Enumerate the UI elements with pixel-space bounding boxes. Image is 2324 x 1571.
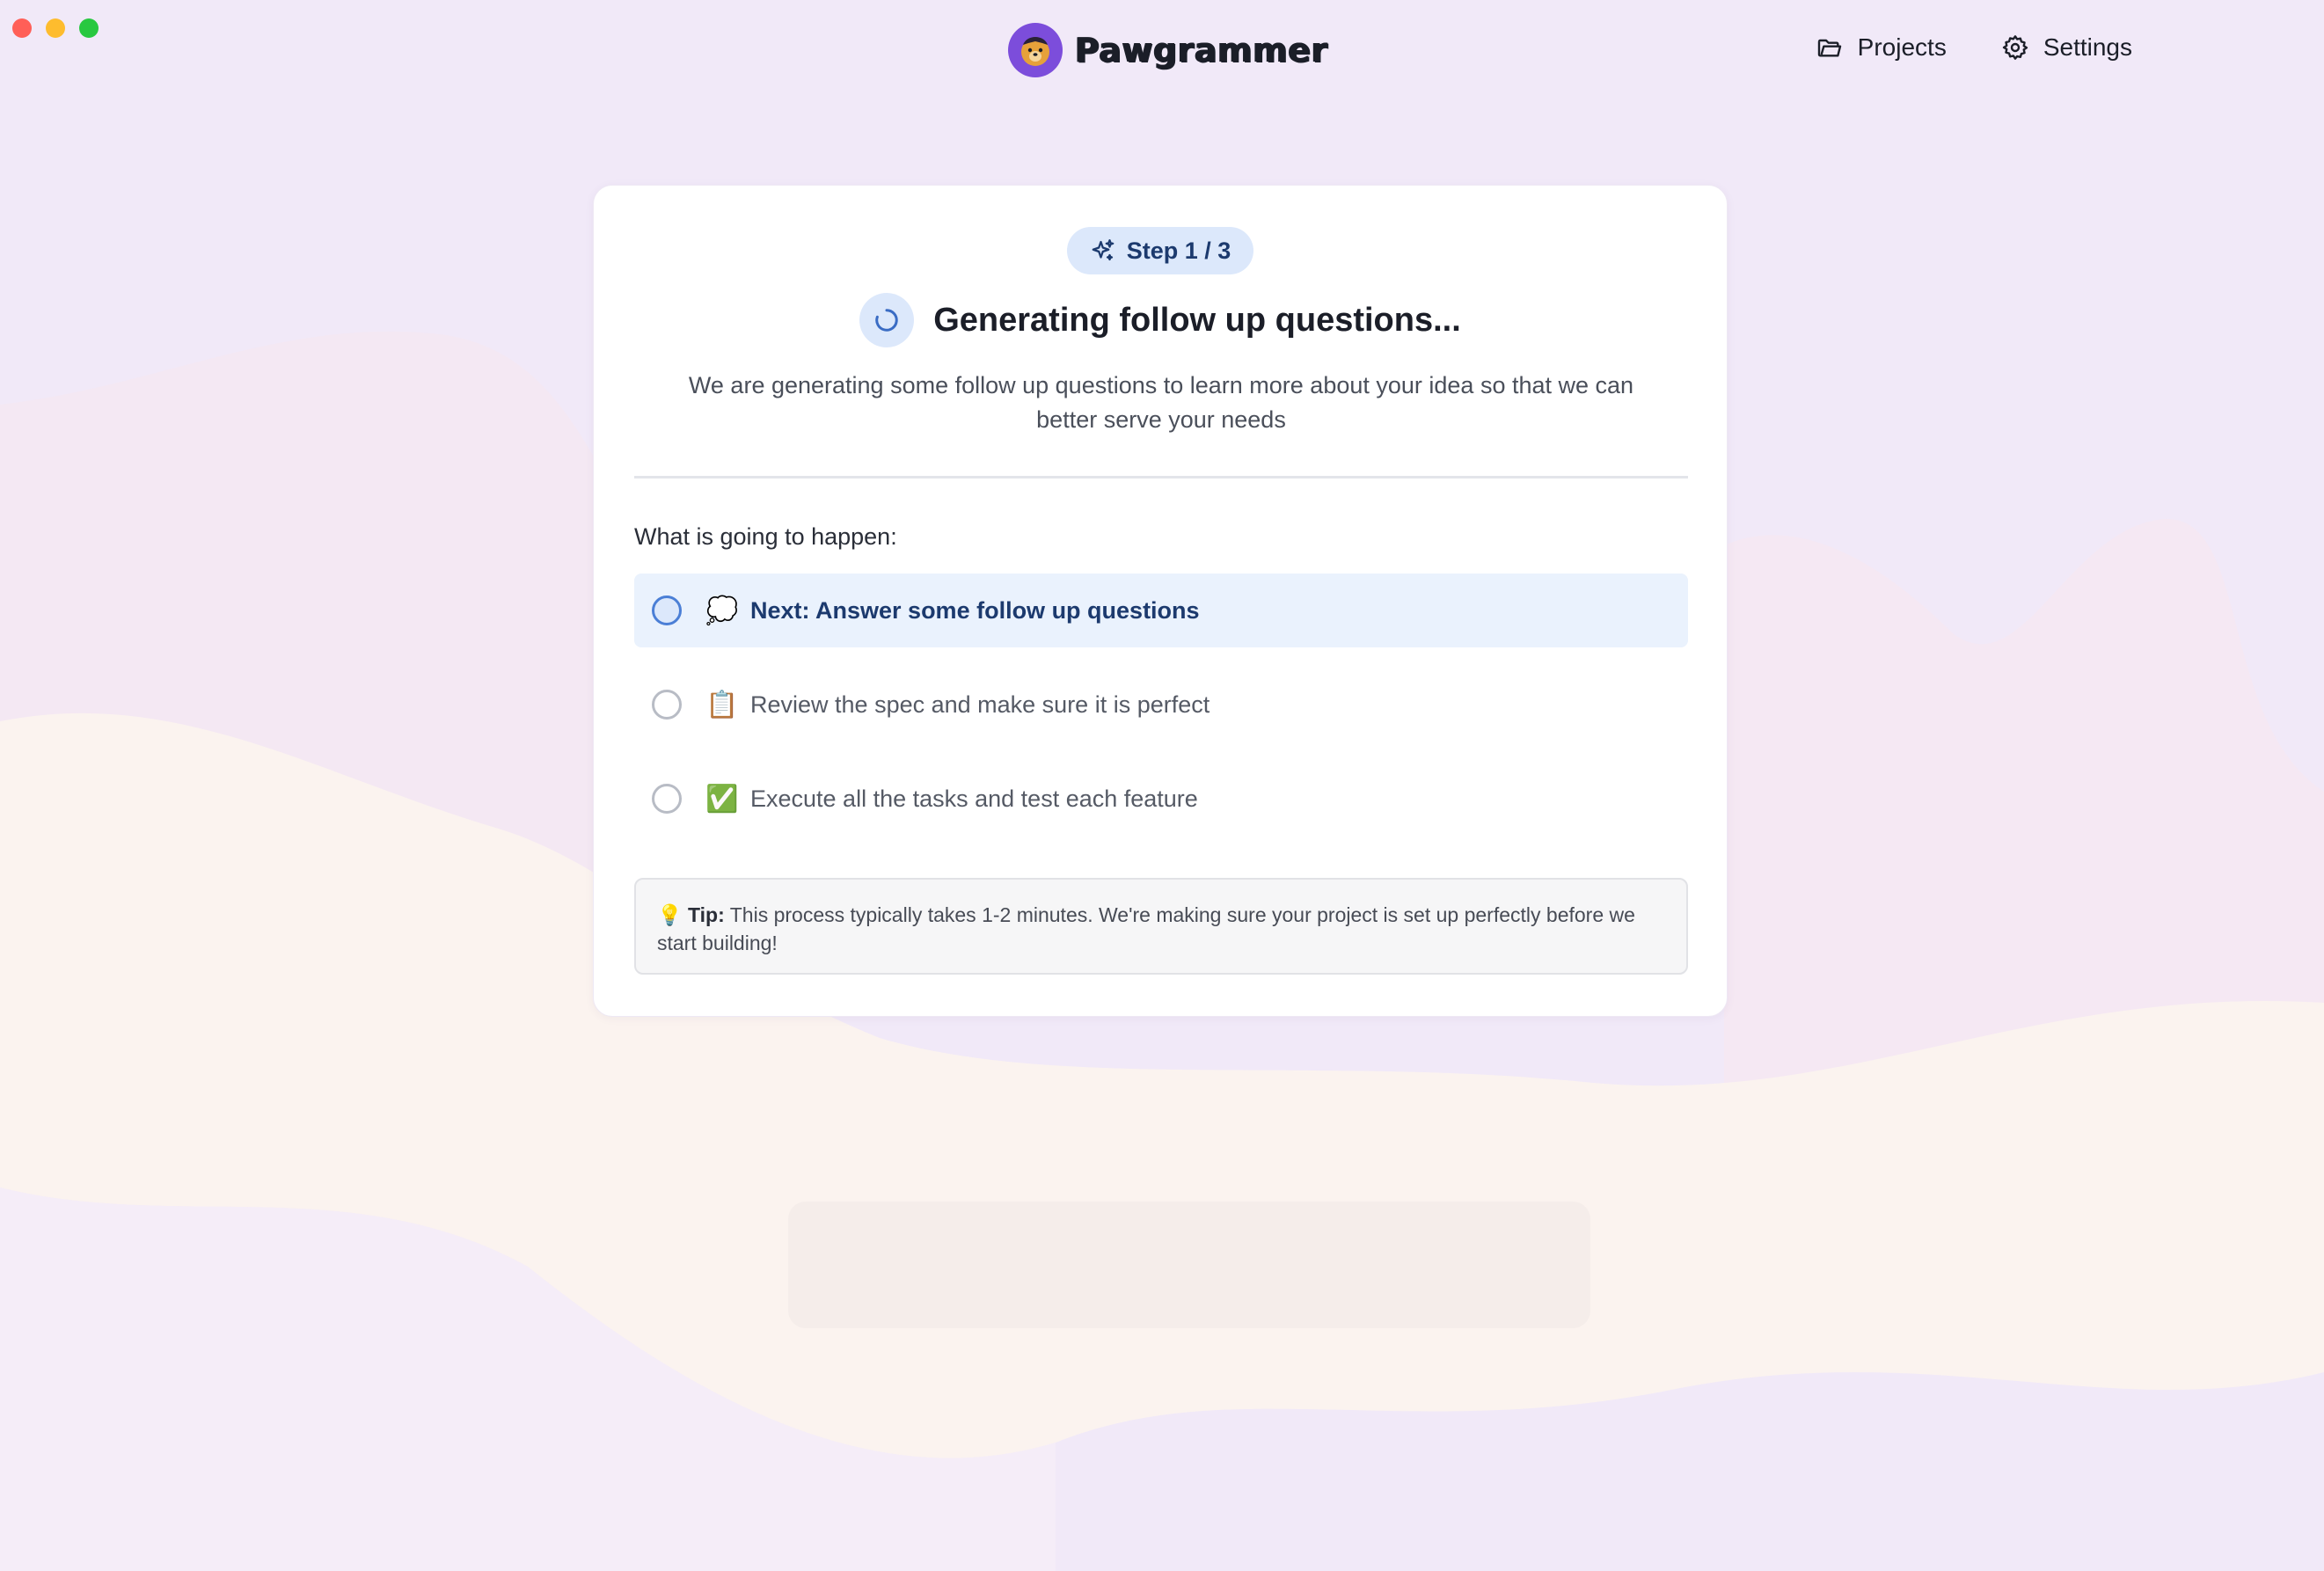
top-nav: Projects Settings [1816, 33, 2132, 62]
step-label: Next: Answer some follow up questions [750, 596, 1200, 624]
step-item-follow-up[interactable]: 💭 Next: Answer some follow up questions [634, 574, 1688, 647]
tip-text: This process typically takes 1-2 minutes… [657, 903, 1635, 954]
tip-label: Tip: [688, 903, 725, 926]
lightbulb-icon: 💡 [657, 903, 683, 926]
brand-name: Pawgrammer [1075, 31, 1328, 69]
progress-card: Step 1 / 3 Generating follow up question… [593, 185, 1728, 1017]
tip-box: 💡 Tip: This process typically takes 1-2 … [634, 878, 1688, 975]
step-label: Execute all the tasks and test each feat… [750, 785, 1198, 812]
title-row: Generating follow up questions... [594, 293, 1727, 347]
section-label: What is going to happen: [634, 523, 897, 550]
step-label: Review the spec and make sure it is perf… [750, 691, 1210, 718]
media-controls-ghost [788, 1202, 1590, 1328]
paw-logo-icon [1008, 23, 1063, 77]
step-radio[interactable] [652, 784, 682, 814]
nav-settings-label: Settings [2043, 33, 2132, 61]
gear-icon [2002, 35, 2028, 60]
nav-projects[interactable]: Projects [1816, 33, 1947, 62]
step-item-execute-tasks[interactable]: ✅ Execute all the tasks and test each fe… [634, 762, 1688, 836]
check-mark-icon: ✅ [705, 784, 739, 814]
page-title: Generating follow up questions... [933, 301, 1461, 339]
nav-projects-label: Projects [1857, 33, 1947, 61]
sparkles-icon [1092, 239, 1114, 261]
step-badge: Step 1 / 3 [1067, 227, 1253, 274]
divider [634, 476, 1688, 479]
minimize-window-button[interactable] [46, 18, 65, 38]
step-radio[interactable] [652, 596, 682, 625]
page-subtitle: We are generating some follow up questio… [688, 372, 1634, 433]
step-radio[interactable] [652, 690, 682, 720]
brand[interactable]: Pawgrammer [1008, 23, 1328, 77]
thought-bubble-icon: 💭 [705, 596, 739, 625]
close-window-button[interactable] [12, 18, 32, 38]
folder-icon [1817, 39, 1841, 57]
nav-settings[interactable]: Settings [2001, 33, 2132, 62]
window-controls [12, 18, 99, 38]
step-label: Step 1 / 3 [1126, 237, 1231, 264]
step-item-review-spec[interactable]: 📋 Review the spec and make sure it is pe… [634, 668, 1688, 742]
spinner-icon [859, 293, 915, 347]
maximize-window-button[interactable] [79, 18, 99, 38]
clipboard-icon: 📋 [705, 690, 739, 720]
